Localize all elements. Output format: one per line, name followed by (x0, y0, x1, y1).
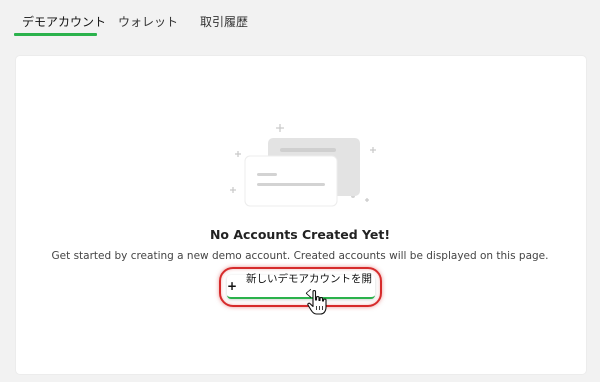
hand-pointer-cursor-icon (307, 290, 327, 315)
accounts-panel (16, 56, 586, 374)
tab-demo-account[interactable]: デモアカウント (22, 13, 106, 30)
empty-state-description: Get started by creating a new demo accou… (51, 250, 549, 262)
tab-wallet[interactable]: ウォレット (118, 13, 178, 30)
plus-icon: + (227, 279, 238, 293)
open-demo-account-button[interactable]: + 新しいデモアカウントを開く (227, 273, 375, 300)
active-tab-indicator (14, 33, 97, 36)
tab-bar: デモアカウント ウォレット 取引履歴 (0, 0, 600, 38)
empty-state-title: No Accounts Created Yet! (209, 227, 391, 242)
tab-trade-history[interactable]: 取引履歴 (200, 13, 248, 30)
